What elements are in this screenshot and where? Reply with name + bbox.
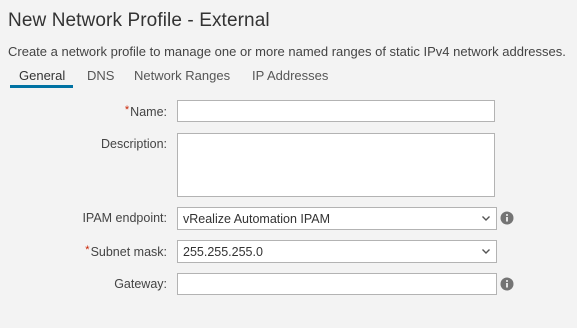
subnet-mask-label-text: Subnet mask: — [90, 245, 167, 259]
dialog-title: New Network Profile - External — [8, 10, 270, 31]
chevron-down-icon — [482, 216, 490, 221]
name-field[interactable] — [177, 100, 495, 122]
description-field[interactable] — [177, 133, 495, 197]
tab-ip-addresses[interactable]: IP Addresses — [252, 68, 328, 83]
gateway-label: Gateway: — [114, 277, 167, 291]
name-label: *Name: — [125, 104, 167, 119]
info-icon[interactable] — [500, 277, 514, 291]
subnet-mask-label: *Subnet mask: — [85, 244, 167, 259]
ipam-endpoint-label: IPAM endpoint: — [82, 211, 167, 225]
tab-network-ranges[interactable]: Network Ranges — [134, 68, 230, 83]
subnet-mask-select[interactable]: 255.255.255.0 — [177, 240, 497, 263]
required-marker: * — [124, 104, 130, 116]
name-label-text: Name: — [130, 105, 167, 119]
gateway-field[interactable] — [177, 273, 497, 295]
required-marker: * — [85, 244, 90, 256]
tab-dns[interactable]: DNS — [87, 68, 114, 83]
chevron-down-icon — [482, 249, 490, 254]
active-tab-indicator — [10, 85, 73, 88]
ipam-endpoint-select[interactable]: vRealize Automation IPAM — [177, 207, 497, 230]
description-label: Description: — [101, 137, 167, 151]
subnet-mask-value: 255.255.255.0 — [183, 245, 263, 259]
tab-general[interactable]: General — [19, 68, 65, 83]
ipam-endpoint-value: vRealize Automation IPAM — [183, 212, 331, 226]
tab-bar: General DNS Network Ranges IP Addresses — [8, 65, 577, 89]
info-icon[interactable] — [500, 211, 514, 225]
dialog-subtitle: Create a network profile to manage one o… — [8, 44, 566, 59]
